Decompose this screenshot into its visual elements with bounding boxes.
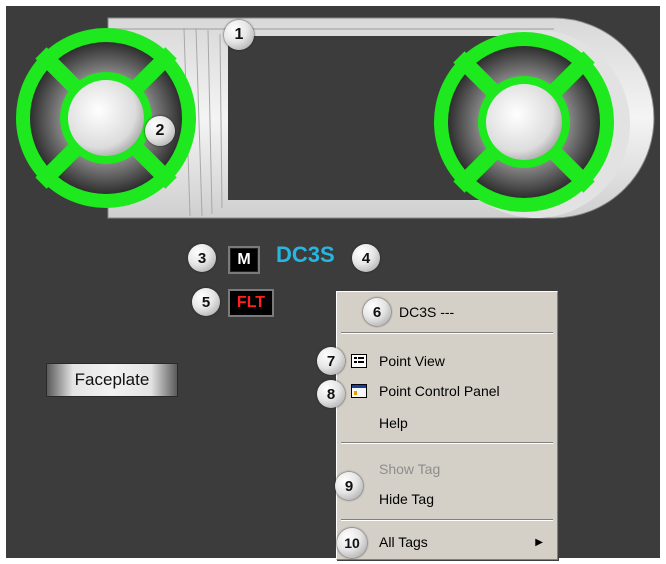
callout-6: 6 bbox=[363, 298, 391, 326]
fault-indicator[interactable]: FLT bbox=[228, 289, 274, 317]
point-view-icon bbox=[351, 354, 367, 368]
conveyor-graphic[interactable] bbox=[6, 6, 660, 246]
menu-item-point-view[interactable]: Point View bbox=[337, 349, 557, 373]
faceplate-button[interactable]: Faceplate bbox=[46, 363, 178, 397]
callout-7: 7 bbox=[317, 347, 345, 375]
menu-item-point-control-panel[interactable]: Point Control Panel bbox=[337, 379, 557, 403]
menu-separator bbox=[341, 442, 553, 444]
menu-item-help[interactable]: Help bbox=[337, 411, 557, 435]
callout-8: 8 bbox=[317, 380, 345, 408]
mode-button[interactable]: M bbox=[228, 246, 260, 274]
menu-separator bbox=[341, 519, 553, 521]
callout-2: 2 bbox=[145, 116, 175, 146]
tag-name-label[interactable]: DC3S bbox=[276, 242, 335, 268]
callout-4: 4 bbox=[352, 244, 380, 272]
submenu-arrow-icon: ▶ bbox=[535, 536, 543, 548]
menu-separator bbox=[341, 332, 553, 334]
callout-5: 5 bbox=[192, 288, 220, 316]
callout-3: 3 bbox=[188, 244, 216, 272]
hmi-canvas: 1 2 3 M DC3S 4 5 FLT Faceplate DC3S --- … bbox=[6, 6, 660, 560]
menu-item-show-tag: Show Tag bbox=[379, 461, 441, 477]
context-menu: DC3S --- 6 Point View 7 Point Control Pa… bbox=[317, 291, 558, 560]
control-panel-icon bbox=[351, 384, 367, 398]
menu-item-all-tags[interactable]: All Tags ▶ bbox=[337, 530, 557, 554]
callout-1: 1 bbox=[224, 20, 254, 50]
callout-10: 10 bbox=[337, 528, 367, 558]
right-drum bbox=[434, 30, 630, 218]
menu-item-hide-tag[interactable]: Hide Tag bbox=[337, 487, 557, 511]
